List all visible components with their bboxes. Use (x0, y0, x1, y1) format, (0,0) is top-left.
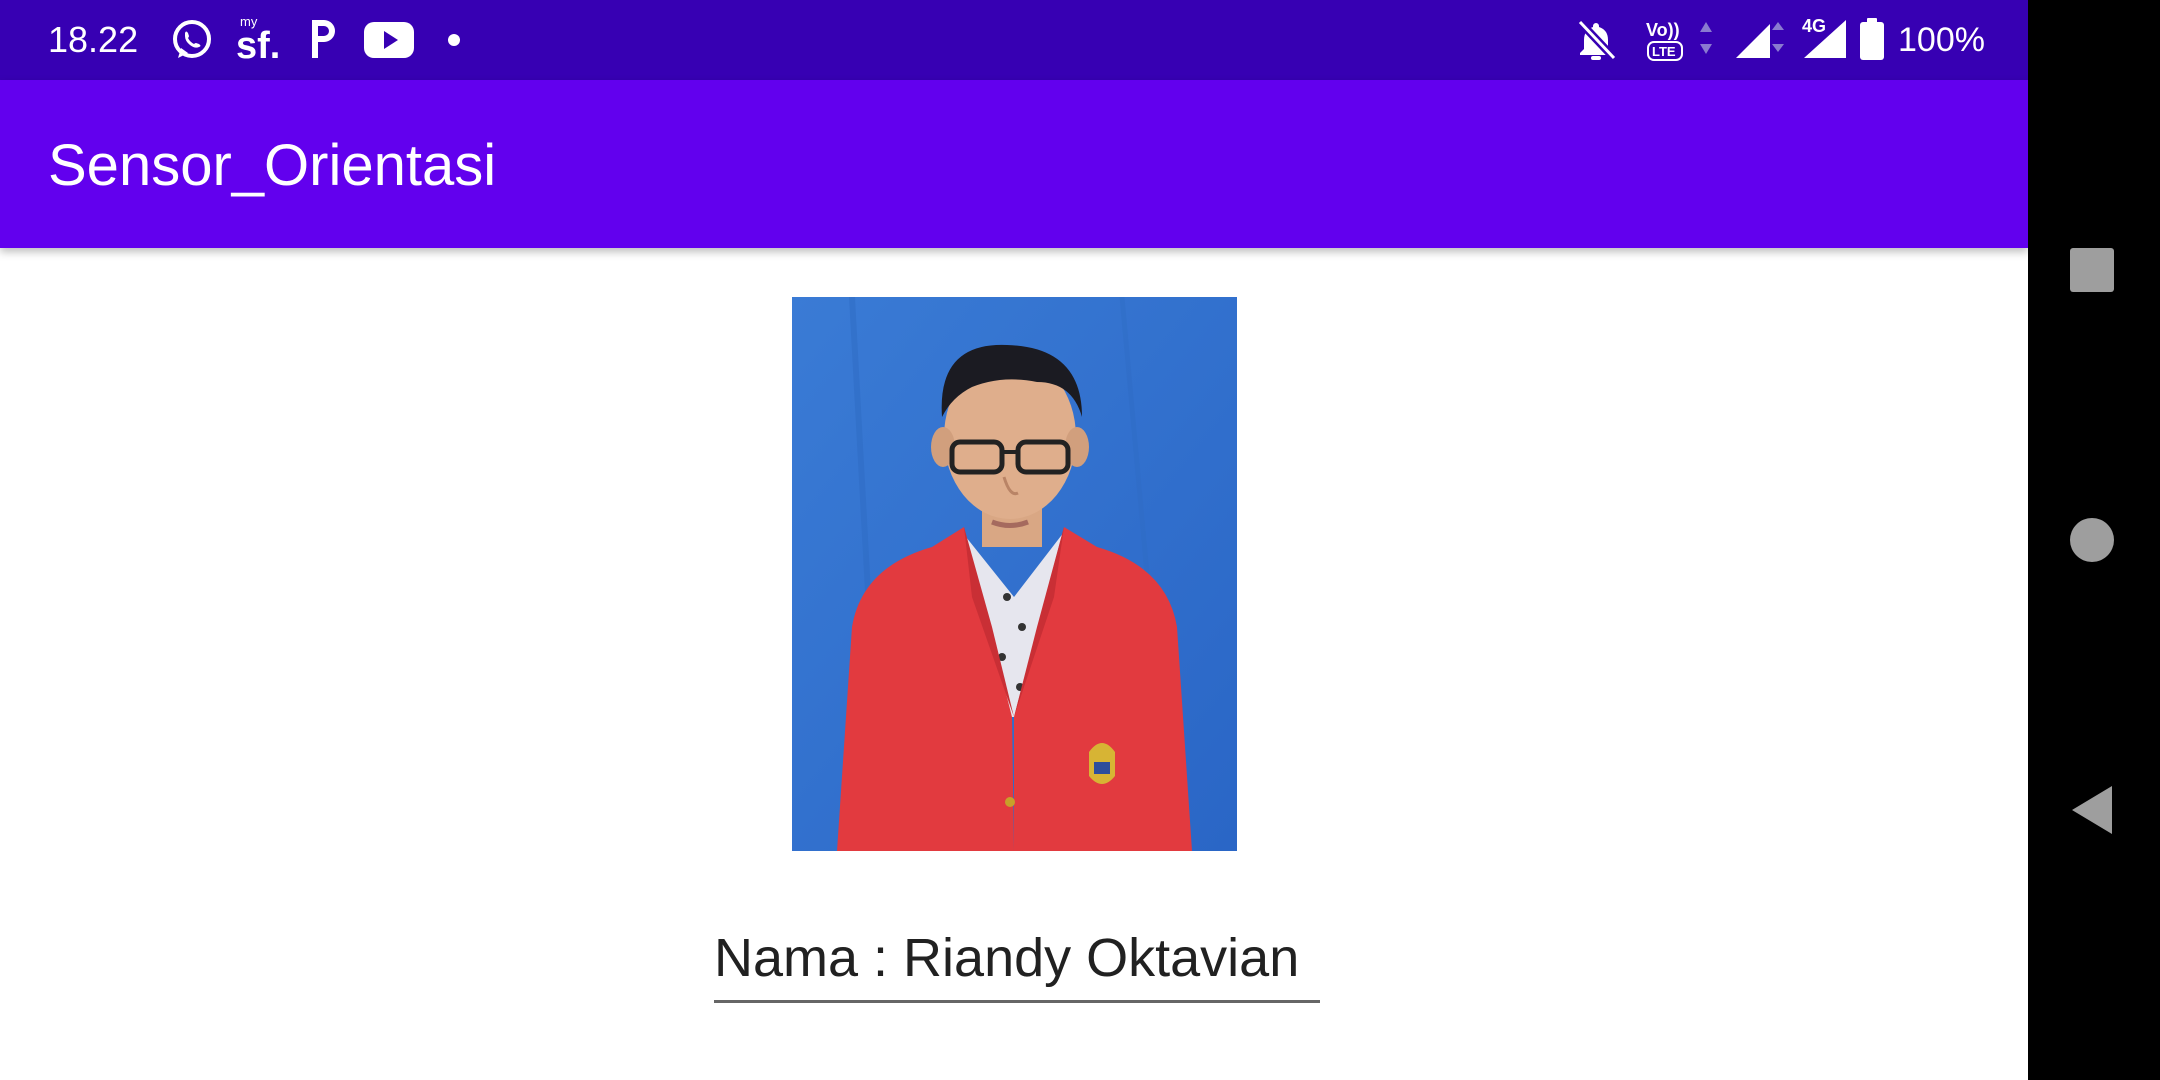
navigation-bar (2028, 0, 2160, 1080)
whatsapp-icon (168, 16, 216, 69)
svg-text:sf.: sf. (236, 25, 280, 66)
notification-dot-icon (448, 34, 460, 46)
home-icon[interactable] (2068, 516, 2116, 569)
svg-text:LTE: LTE (1652, 44, 1676, 59)
svg-text:4G: 4G (1802, 16, 1826, 36)
name-text: Nama : Riandy Oktavian (714, 928, 1300, 988)
back-icon[interactable] (2068, 784, 2116, 841)
recents-icon[interactable] (2068, 246, 2116, 299)
bell-off-icon (1574, 18, 1618, 67)
battery-icon (1858, 18, 1886, 67)
battery-percent: 100% (1898, 21, 1985, 59)
app-bar: Sensor_Orientasi (0, 80, 2028, 248)
svg-text:Vo)): Vo)) (1646, 20, 1680, 40)
volte-icon: Vo)) LTE (1644, 14, 1692, 69)
volte-arrows-icon (1698, 20, 1714, 61)
pinterest-icon (306, 16, 342, 69)
name-text-field[interactable]: Nama : Riandy Oktavian (714, 920, 1320, 1003)
youtube-icon (364, 22, 414, 63)
mysf-icon: my sf. (236, 14, 284, 71)
profile-photo (792, 297, 1237, 851)
status-time: 18.22 (48, 19, 139, 60)
signal-icon (1734, 18, 1794, 67)
app-title: Sensor_Orientasi (48, 133, 497, 198)
signal-4g-icon: 4G (1800, 14, 1852, 67)
status-bar: 18.22 my sf. Vo)) LTE 4G 100% (0, 0, 2028, 80)
